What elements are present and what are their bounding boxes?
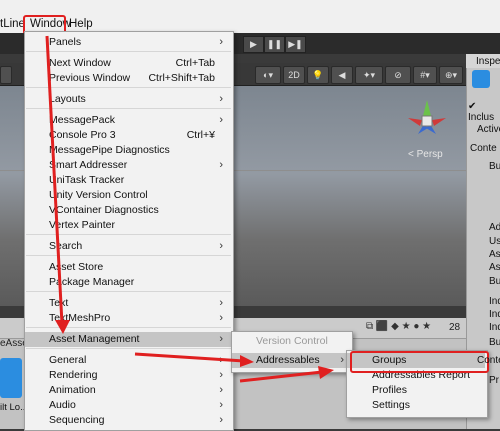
inspector-line: Ind [489, 309, 500, 320]
inspector-line: Ad [489, 222, 500, 233]
inspector-line: Ind [489, 296, 500, 307]
inspector-line: As [489, 262, 500, 273]
inspector-line: Conte [477, 355, 500, 366]
inspector-line: Ind [489, 322, 500, 333]
inspector-line: Bu [489, 276, 500, 287]
inspector-line: Bu [489, 337, 500, 348]
inspector-line: As [489, 249, 500, 260]
inspector-line: Conte [470, 143, 497, 154]
inspector-line: Us [489, 236, 500, 247]
inspector-line: Bu [489, 161, 500, 172]
annotation-box-groups [350, 351, 489, 373]
inspector-line: Active [477, 124, 500, 135]
inspector-line: Pr [489, 375, 499, 386]
